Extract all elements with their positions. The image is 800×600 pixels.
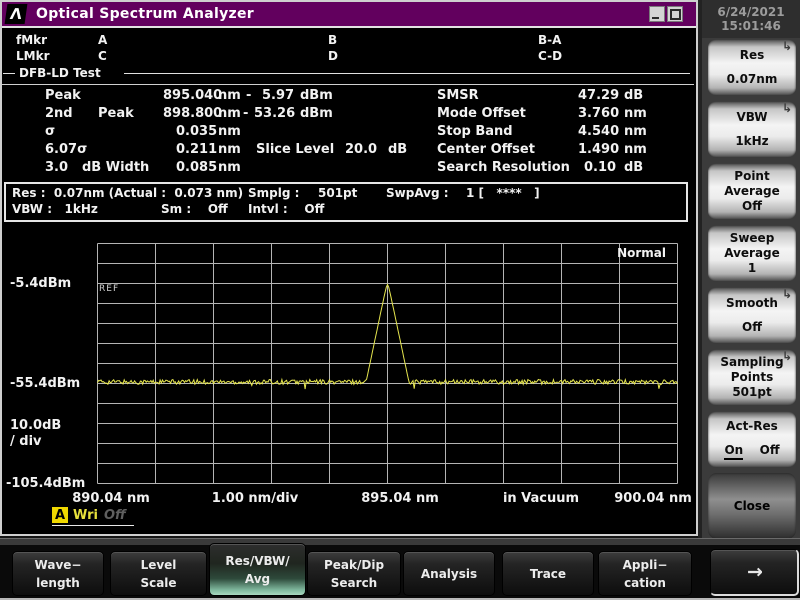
tab-analysis[interactable]: Analysis xyxy=(403,551,495,596)
trace-a-badge: A xyxy=(52,507,68,523)
tab-label: Analysis xyxy=(421,565,477,583)
softkey-act-res[interactable]: Act-Res On Off xyxy=(708,411,796,468)
bottom-menu-bar: Wave−lengthLevelScaleRes/VBW/AvgPeak/Dip… xyxy=(0,538,800,600)
softkey-title: Act-Res xyxy=(726,420,778,433)
tab-application[interactable]: Appli−cation xyxy=(598,551,692,596)
tab-label: Trace xyxy=(530,565,566,583)
anritsu-logo-icon: Λ xyxy=(5,4,28,24)
trace-state-label: Off xyxy=(104,508,126,523)
tab-label: Level xyxy=(141,556,177,574)
date-label: 6/24/2021 xyxy=(702,5,800,19)
bottom-bar-strip xyxy=(0,539,800,545)
window-minimize-button[interactable] xyxy=(649,6,665,22)
tab-label: length xyxy=(36,574,80,592)
softkey-point-average[interactable]: Point Average Off xyxy=(708,163,796,220)
time-label: 15:01:46 xyxy=(702,19,800,33)
tab-label: Res/VBW/ xyxy=(225,552,289,570)
submenu-arrow-icon: ↳ xyxy=(782,39,792,53)
softkey-sidebar: 6/24/2021 15:01:46 ↳ Res 0.07nm ↳ VBW 1kHz Poi… xyxy=(698,0,800,538)
sweep-settings-box xyxy=(4,182,688,222)
softkey-line: Smooth xyxy=(726,297,778,310)
softkey-line: 0.07nm xyxy=(727,73,778,86)
softkey-line: Off xyxy=(742,200,762,213)
softkey-line: Average xyxy=(724,185,780,198)
tab-label: Scale xyxy=(140,574,176,592)
tab-res-vbw-avg[interactable]: Res/VBW/Avg xyxy=(209,543,306,596)
submenu-arrow-icon: ↳ xyxy=(782,287,792,301)
trace-status: A Wri Off xyxy=(52,507,134,526)
tab-label: Avg xyxy=(245,570,270,588)
spectrum-plot-svg xyxy=(97,243,678,484)
softkey-line: Off xyxy=(742,321,762,334)
softkey-sampling-points[interactable]: ↳Sampling Points 501pt xyxy=(708,349,796,406)
tab-more[interactable]: → xyxy=(710,549,799,596)
softkey-line: Sweep xyxy=(730,232,775,245)
softkey-line: 501pt xyxy=(732,386,771,399)
option-on[interactable]: On xyxy=(724,443,743,460)
softkey-smooth[interactable]: ↳ Smooth Off xyxy=(708,287,796,344)
submenu-arrow-icon: ↳ xyxy=(782,101,792,115)
softkey-close[interactable]: Close xyxy=(708,473,796,539)
softkey-line: VBW xyxy=(736,111,767,124)
softkey-line: Point xyxy=(734,170,769,183)
softkey-vbw[interactable]: ↳ VBW 1kHz xyxy=(708,101,796,158)
tab-level-scale[interactable]: LevelScale xyxy=(110,551,207,596)
softkey-line: 1kHz xyxy=(735,135,768,148)
tab-label: Appli− xyxy=(623,556,668,574)
tab-peak-dip-search[interactable]: Peak/DipSearch xyxy=(307,551,401,596)
softkey-line: Close xyxy=(734,500,770,513)
window-title: Optical Spectrum Analyzer xyxy=(36,6,254,22)
tab-label: Peak/Dip xyxy=(324,556,384,574)
more-tabs-arrow-icon: → xyxy=(747,561,761,583)
trace-write-mode-label: Wri xyxy=(73,508,98,523)
option-off[interactable]: Off xyxy=(760,443,780,460)
submenu-arrow-icon: ↳ xyxy=(782,349,792,363)
tab-wavelength[interactable]: Wave−length xyxy=(12,551,104,596)
tab-label: Wave− xyxy=(35,556,82,574)
osa-screen: Λ Optical Spectrum Analyzer fMkrABB-ALMk… xyxy=(0,0,800,600)
tab-label: Search xyxy=(331,574,377,592)
title-bar: Λ Optical Spectrum Analyzer xyxy=(2,2,696,28)
softkey-line: Average xyxy=(724,247,780,260)
datetime-display: 6/24/2021 15:01:46 xyxy=(702,0,800,38)
softkey-line: Points xyxy=(731,371,774,384)
maximize-icon xyxy=(670,9,681,20)
tab-trace[interactable]: Trace xyxy=(502,551,594,596)
softkey-res[interactable]: ↳ Res 0.07nm xyxy=(708,39,796,96)
softkey-panel: ↳ Res 0.07nm ↳ VBW 1kHz Point Average Off Sweep Av… xyxy=(702,38,800,539)
softkey-line: 1 xyxy=(748,262,756,275)
window-maximize-button[interactable] xyxy=(667,6,683,22)
softkey-sweep-average[interactable]: Sweep Average 1 xyxy=(708,225,796,282)
minimize-icon xyxy=(652,17,659,19)
tab-label: cation xyxy=(624,574,666,592)
softkey-line: Sampling xyxy=(720,356,783,369)
softkey-line: Res xyxy=(740,49,765,62)
